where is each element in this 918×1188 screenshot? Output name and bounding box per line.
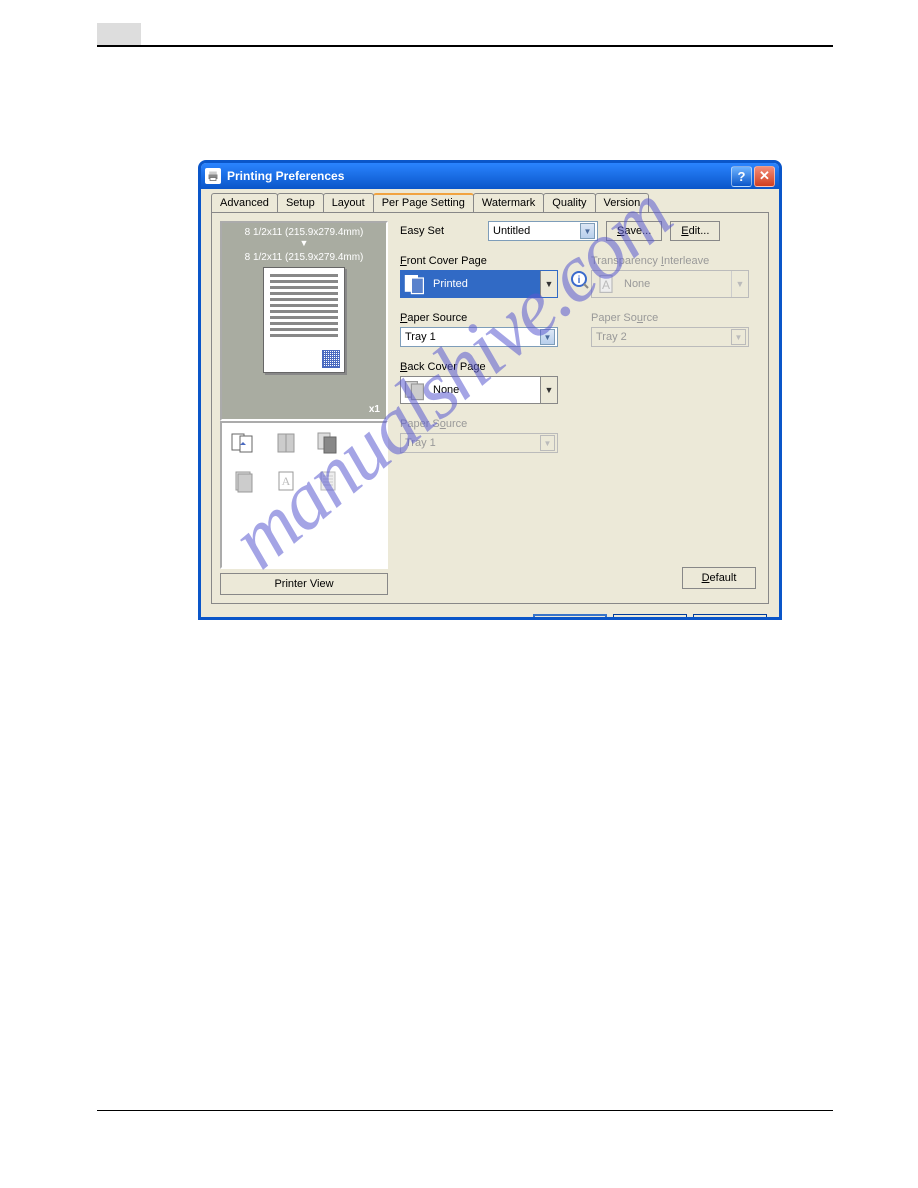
paper-source-3-combo: Tray 2 ▼ xyxy=(591,327,749,347)
easy-set-combo[interactable]: Untitled ▼ xyxy=(488,221,598,241)
default-button[interactable]: Default xyxy=(682,567,756,589)
cancel-button[interactable]: Cancel xyxy=(613,614,687,620)
paper-source-3-field: Paper Source Tray 2 ▼ xyxy=(591,312,760,347)
document-icon[interactable] xyxy=(312,467,344,495)
back-cover-label: Back Cover Page xyxy=(400,361,569,373)
preview-multiplier: x1 xyxy=(369,404,380,415)
front-cover-value: Printed xyxy=(433,278,468,290)
easy-set-label: Easy Set xyxy=(400,225,480,237)
transparency-icon: A xyxy=(594,272,618,296)
chevron-down-icon: ▼ xyxy=(731,329,746,345)
back-cover-value: None xyxy=(433,384,459,396)
tab-watermark[interactable]: Watermark xyxy=(473,193,544,212)
tabs-row: Advanced Setup Layout Per Page Setting W… xyxy=(201,189,779,212)
transparency-label: Transparency Interleave xyxy=(591,255,760,267)
chevron-down-icon: ▼ xyxy=(540,329,555,345)
printing-preferences-dialog: Printing Preferences ? ✕ Advanced Setup … xyxy=(198,160,782,620)
svg-text:A: A xyxy=(602,278,610,292)
tab-setup[interactable]: Setup xyxy=(277,193,324,212)
front-cover-label: Front Cover Page xyxy=(400,255,569,267)
chevron-down-icon: ▼ xyxy=(540,377,557,403)
ok-button[interactable]: OK xyxy=(533,614,607,620)
duplex-icon[interactable] xyxy=(312,429,344,457)
watermark-page-icon[interactable]: A xyxy=(270,467,302,495)
stack-icon[interactable] xyxy=(228,467,260,495)
tab-quality[interactable]: Quality xyxy=(543,193,595,212)
tab-advanced[interactable]: Advanced xyxy=(211,193,278,212)
titlebar-close-button[interactable]: ✕ xyxy=(754,166,775,187)
svg-text:i: i xyxy=(578,275,581,286)
preview-page-icon xyxy=(263,267,345,373)
page-preview: 8 1/2x11 (215.9x279.4mm) ▼ 8 1/2x11 (215… xyxy=(220,221,388,421)
preview-output-size: 8 1/2x11 (215.9x279.4mm) xyxy=(222,248,386,263)
preview-original-size: 8 1/2x11 (215.9x279.4mm) xyxy=(222,223,386,238)
tab-per-page-setting[interactable]: Per Page Setting xyxy=(373,193,474,212)
paper-source-3-value: Tray 2 xyxy=(596,331,627,343)
page-top-rule xyxy=(97,45,833,47)
paper-source-3-label: Paper Source xyxy=(591,312,760,324)
paper-source-2-label: Paper Source xyxy=(400,418,569,430)
booklet-icon[interactable] xyxy=(270,429,302,457)
chevron-down-icon: ▼ xyxy=(731,271,748,297)
transparency-field: Transparency Interleave A None ▼ xyxy=(591,255,760,298)
svg-text:A: A xyxy=(282,474,291,488)
tab-layout[interactable]: Layout xyxy=(323,193,374,212)
dialog-bottom-buttons: OK Cancel Help xyxy=(201,614,779,620)
front-cover-field: Front Cover Page Printed ▼ xyxy=(400,255,569,298)
help-button[interactable]: Help xyxy=(693,614,767,620)
titlebar: Printing Preferences ? ✕ xyxy=(201,163,779,189)
paper-source-1-combo[interactable]: Tray 1 ▼ xyxy=(400,327,558,347)
tab-version[interactable]: Version xyxy=(595,193,650,212)
paper-source-2-field: Paper Source Tray 1 ▼ xyxy=(400,418,569,453)
page-header-block xyxy=(97,23,141,45)
paper-source-1-value: Tray 1 xyxy=(405,331,436,343)
chevron-down-icon: ▼ xyxy=(540,435,555,451)
chevron-down-icon: ▼ xyxy=(540,271,557,297)
left-column: 8 1/2x11 (215.9x279.4mm) ▼ 8 1/2x11 (215… xyxy=(220,221,388,595)
transparency-value: None xyxy=(624,278,650,290)
chevron-down-icon: ▼ xyxy=(580,223,595,239)
edit-button[interactable]: Edit... xyxy=(670,221,720,241)
paper-source-1-field: Paper Source Tray 1 ▼ xyxy=(400,312,569,347)
easy-set-row: Easy Set Untitled ▼ Save... Edit... xyxy=(400,221,760,241)
paper-source-2-combo: Tray 1 ▼ xyxy=(400,433,558,453)
titlebar-help-button[interactable]: ? xyxy=(731,166,752,187)
preview-arrow-icon: ▼ xyxy=(300,238,309,248)
printer-icon xyxy=(205,168,221,184)
back-cover-icon xyxy=(403,378,427,402)
info-icon[interactable]: i xyxy=(571,271,591,291)
front-cover-icon xyxy=(403,272,427,296)
transparency-combo: A None ▼ xyxy=(591,270,749,298)
cover-pages-icon[interactable] xyxy=(228,429,260,457)
right-column: Easy Set Untitled ▼ Save... Edit... Fron… xyxy=(388,221,760,595)
tab-panel: 8 1/2x11 (215.9x279.4mm) ▼ 8 1/2x11 (215… xyxy=(211,212,769,604)
paper-source-2-value: Tray 1 xyxy=(405,437,436,449)
back-cover-combo[interactable]: None ▼ xyxy=(400,376,558,404)
feature-icon-tray: A xyxy=(220,421,388,569)
easy-set-value: Untitled xyxy=(493,225,530,237)
page-bottom-rule xyxy=(97,1110,833,1111)
front-cover-combo[interactable]: Printed ▼ xyxy=(400,270,558,298)
paper-source-1-label: Paper Source xyxy=(400,312,569,324)
dialog-title: Printing Preferences xyxy=(227,169,344,183)
printer-view-button[interactable]: Printer View xyxy=(220,573,388,595)
save-button[interactable]: Save... xyxy=(606,221,662,241)
back-cover-field: Back Cover Page None ▼ xyxy=(400,361,569,404)
